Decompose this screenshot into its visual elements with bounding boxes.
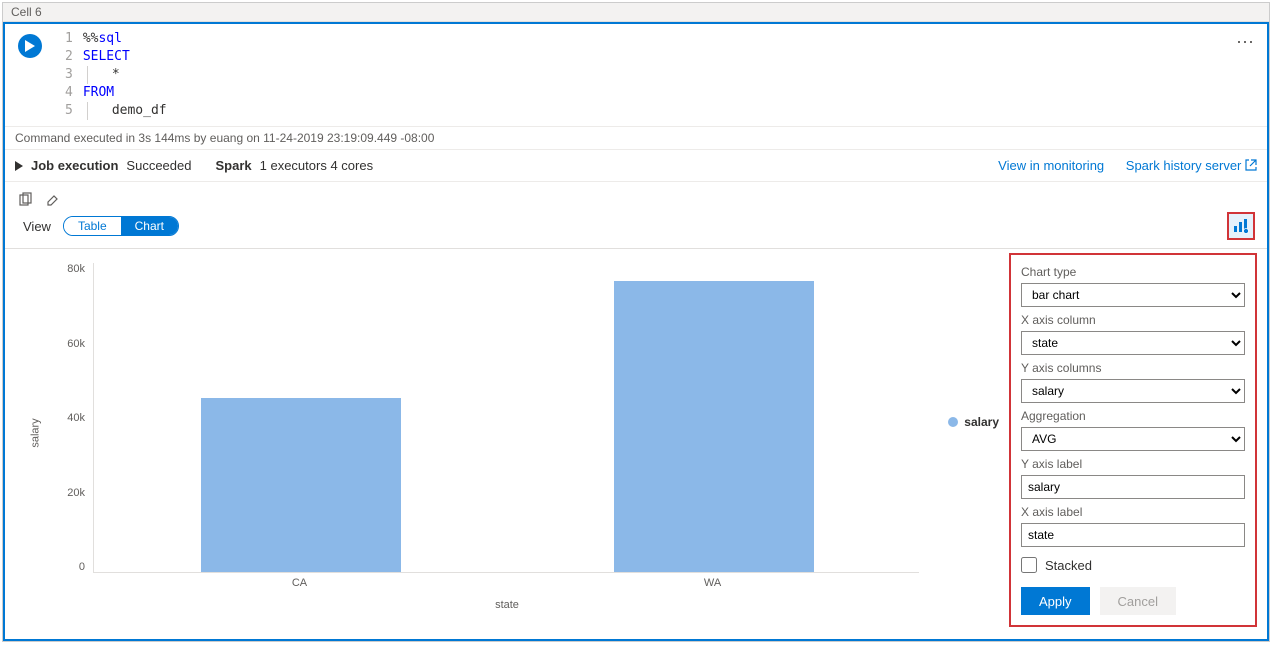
output-area: salary 80k 60k 40k 20k 0 CA WA state	[5, 248, 1267, 639]
cell-wrapper: Cell 6 1 2 3 4 5 %%sql SELECT * FROM dem…	[2, 2, 1270, 642]
view-toggle: Table Chart	[63, 216, 179, 236]
chart: salary 80k 60k 40k 20k 0 CA WA state	[15, 253, 999, 613]
bar-wa	[614, 281, 814, 572]
y-axis-label-label: Y axis label	[1021, 457, 1245, 471]
job-left: Job execution Succeeded Spark 1 executor…	[15, 158, 373, 173]
x-column-select[interactable]: state	[1021, 331, 1245, 355]
apply-button[interactable]: Apply	[1021, 587, 1090, 615]
x-axis-label-input[interactable]	[1021, 523, 1245, 547]
view-monitoring-link[interactable]: View in monitoring	[998, 158, 1104, 173]
play-icon	[25, 40, 35, 52]
erase-icon[interactable]	[45, 192, 59, 206]
x-column-label: X axis column	[1021, 313, 1245, 327]
execution-status: Command executed in 3s 144ms by euang on…	[5, 126, 1267, 149]
legend: salary	[948, 415, 999, 429]
view-left: View Table Chart	[23, 216, 179, 236]
run-button[interactable]	[18, 34, 42, 58]
y-column-select[interactable]: salary	[1021, 379, 1245, 403]
chart-type-select[interactable]: bar chart	[1021, 283, 1245, 307]
chart-config-panel: Chart type bar chart X axis column state…	[1009, 253, 1257, 627]
job-exec-result: Succeeded	[126, 158, 191, 173]
chart-settings-button[interactable]	[1227, 212, 1255, 240]
x-axis-title: state	[495, 599, 519, 611]
plot-area	[93, 263, 919, 573]
job-right: View in monitoring Spark history server	[980, 158, 1257, 173]
x-axis: CA WA	[93, 577, 919, 593]
output-toolbar	[5, 182, 1267, 212]
y-axis-label-input[interactable]	[1021, 475, 1245, 499]
button-row: Apply Cancel	[1021, 587, 1245, 615]
tab-table[interactable]: Table	[64, 217, 121, 235]
view-label: View	[23, 219, 51, 234]
aggregation-label: Aggregation	[1021, 409, 1245, 423]
x-axis-label-label: X axis label	[1021, 505, 1245, 519]
spark-detail: 1 executors 4 cores	[260, 158, 373, 173]
stacked-label: Stacked	[1045, 558, 1092, 573]
cell-body: 1 2 3 4 5 %%sql SELECT * FROM demo_df ⋯ …	[3, 22, 1269, 641]
stacked-checkbox[interactable]	[1021, 557, 1037, 573]
code-area: 1 2 3 4 5 %%sql SELECT * FROM demo_df ⋯	[5, 24, 1267, 126]
y-axis-title: salary	[30, 418, 42, 447]
view-row: View Table Chart	[5, 212, 1267, 248]
cell-title: Cell 6	[3, 3, 1269, 22]
bar-ca	[201, 398, 401, 572]
cell-more-menu[interactable]: ⋯	[1236, 32, 1255, 53]
expand-icon[interactable]	[15, 161, 23, 171]
y-axis: 80k 60k 40k 20k 0	[45, 263, 85, 573]
y-column-label: Y axis columns	[1021, 361, 1245, 375]
job-exec-label: Job execution	[31, 158, 118, 173]
code-editor[interactable]: %%sql SELECT * FROM demo_df	[83, 30, 167, 120]
cancel-button[interactable]: Cancel	[1100, 587, 1176, 615]
legend-label: salary	[964, 415, 999, 429]
spark-history-link[interactable]: Spark history server	[1126, 158, 1257, 173]
job-row: Job execution Succeeded Spark 1 executor…	[5, 149, 1267, 182]
output-mini-icons	[19, 192, 59, 206]
copy-icon[interactable]	[19, 192, 33, 206]
external-link-icon	[1245, 159, 1257, 171]
stacked-row: Stacked	[1021, 557, 1245, 573]
chart-settings-icon	[1233, 218, 1249, 234]
chart-type-label: Chart type	[1021, 265, 1245, 279]
legend-dot-icon	[948, 417, 958, 427]
aggregation-select[interactable]: AVG	[1021, 427, 1245, 451]
tab-chart[interactable]: Chart	[121, 217, 178, 235]
run-column	[5, 30, 55, 58]
spark-label: Spark	[215, 158, 251, 173]
line-gutter: 1 2 3 4 5	[55, 30, 83, 120]
